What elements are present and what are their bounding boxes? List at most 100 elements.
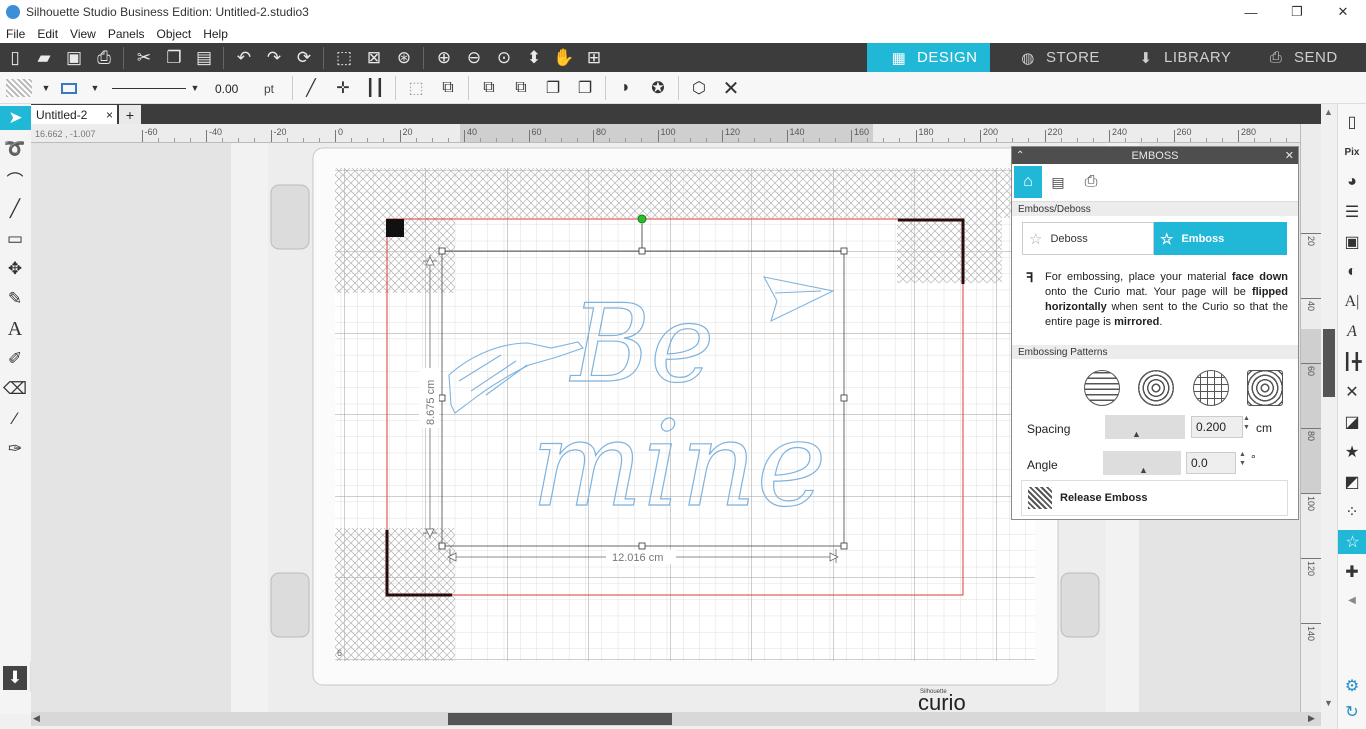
emboss-panel-star-icon[interactable]: ☆ <box>1338 530 1366 554</box>
spacing-input[interactable]: 0.200 <box>1191 416 1243 438</box>
pattern-grid[interactable] <box>1193 370 1229 406</box>
text-style-icon[interactable]: A| <box>1340 290 1364 314</box>
scroll-up-icon[interactable]: ▲ <box>1324 107 1333 117</box>
vertical-scrollbar[interactable]: ▲ ▼ <box>1321 104 1337 714</box>
copy-icon[interactable]: ❐ <box>163 48 185 68</box>
zoom-out-icon[interactable]: ⊖ <box>463 48 485 68</box>
close-panel-icon[interactable]: ✕ <box>1285 149 1294 162</box>
emboss-settings-tab-icon[interactable]: ▤ <box>1045 168 1071 196</box>
replicate-icon[interactable]: ✕ <box>1340 380 1364 404</box>
fill-color-icon[interactable]: ◕ <box>1340 170 1364 194</box>
library-save-icon[interactable]: ⬇ <box>3 666 27 690</box>
tab-send[interactable]: ⎙ SEND <box>1240 43 1366 72</box>
zoom-selection-icon[interactable]: ⊙ <box>493 48 515 68</box>
release-emboss-button[interactable]: Release Emboss <box>1021 480 1288 516</box>
angle-slider[interactable]: ▲ <box>1103 451 1181 475</box>
collapse-right-arrow-icon[interactable]: ◀ <box>1340 588 1364 612</box>
drag-zoom-icon[interactable]: ⬍ <box>523 48 545 68</box>
bring-to-front-icon[interactable]: ⧉ <box>478 78 500 98</box>
menu-object[interactable]: Object <box>151 27 198 41</box>
line-style-icon[interactable]: ☰ <box>1340 200 1364 224</box>
settings-gear-icon[interactable]: ⚙ <box>1340 674 1364 698</box>
line-color-swatch[interactable] <box>58 78 80 98</box>
align-icon[interactable]: ┃┃ <box>364 78 386 98</box>
trace-star-icon[interactable]: ★ <box>1340 440 1364 464</box>
line-draw-icon[interactable]: ╱ <box>3 197 27 221</box>
page-setup-icon[interactable]: ▯ <box>1340 110 1364 134</box>
zoom-in-icon[interactable]: ⊕ <box>433 48 455 68</box>
horizontal-scrollbar[interactable]: ◀ ▶ <box>31 712 1321 726</box>
open-folder-icon[interactable]: ▰ <box>33 48 55 68</box>
vertical-scroll-thumb[interactable] <box>1323 329 1335 397</box>
angle-input[interactable]: 0.0 <box>1186 452 1236 474</box>
angle-stepper[interactable]: ▲ ▼ <box>1239 450 1246 468</box>
scroll-right-icon[interactable]: ▶ <box>1308 713 1315 724</box>
refresh-icon[interactable]: ↻ <box>1340 700 1364 724</box>
deboss-button[interactable]: ☆ Deboss <box>1022 222 1154 255</box>
rhinestone-icon[interactable]: ⁘ <box>1340 500 1364 524</box>
minimize-button[interactable]: — <box>1228 0 1274 24</box>
move-icon[interactable]: ✛ <box>332 78 354 98</box>
tab-design[interactable]: ▦ DESIGN <box>867 43 990 72</box>
emboss-tab-icon[interactable]: ⌂ <box>1014 166 1042 198</box>
emboss-button[interactable]: ☆ Emboss <box>1154 222 1287 255</box>
close-toolbar-icon[interactable]: ✕ <box>720 78 742 100</box>
weld-icon[interactable]: ◗ <box>615 78 637 98</box>
redraw-icon[interactable]: ⟳ <box>293 48 315 68</box>
line-style-dropdown-icon[interactable]: ▼ <box>184 78 206 98</box>
menu-help[interactable]: Help <box>197 27 234 41</box>
spacing-stepper[interactable]: ▲ ▼ <box>1243 414 1250 432</box>
collapse-icon[interactable]: ⌃ <box>1016 150 1024 161</box>
print-icon[interactable]: ⎙ <box>93 48 115 68</box>
scroll-down-icon[interactable]: ▼ <box>1324 698 1333 708</box>
offset-icon[interactable]: ◪ <box>1340 410 1364 434</box>
fit-to-page-icon[interactable]: ⊞ <box>583 48 605 68</box>
pan-hand-icon[interactable]: ✋ <box>553 48 575 68</box>
line-color-dropdown-icon[interactable]: ▼ <box>84 78 106 98</box>
polygon-icon[interactable]: ✥ <box>3 257 27 281</box>
pencil-icon[interactable]: ✎ <box>3 287 27 311</box>
new-tab-button[interactable]: + <box>119 105 141 124</box>
select-all-icon[interactable]: ⬚ <box>333 48 355 68</box>
3d-box-icon[interactable]: ⬡ <box>688 78 710 98</box>
spacing-slider[interactable]: ▲ <box>1105 415 1185 439</box>
menu-edit[interactable]: Edit <box>31 27 64 41</box>
line-style-preview[interactable] <box>112 88 186 89</box>
library-panel-icon[interactable]: ◩ <box>1340 470 1364 494</box>
send-to-back-icon[interactable]: ⧉ <box>510 78 532 98</box>
tab-library[interactable]: ⬇ LIBRARY <box>1112 43 1240 72</box>
pattern-concentric-circles[interactable] <box>1138 370 1174 406</box>
knife-icon[interactable]: ⁄ <box>3 407 27 431</box>
eyedropper-icon[interactable]: ✑ <box>3 437 27 461</box>
menu-file[interactable]: File <box>0 27 31 41</box>
pattern-horizontal-lines[interactable] <box>1084 370 1120 406</box>
save-icon[interactable]: ▣ <box>63 48 85 68</box>
eraser-icon[interactable]: ⌫ <box>3 377 27 401</box>
line-width-input[interactable]: 0.00 <box>211 81 255 97</box>
curve-icon[interactable]: ⌒ <box>3 167 27 191</box>
menu-view[interactable]: View <box>64 27 102 41</box>
print-tab-icon[interactable]: ⎙ <box>1078 168 1104 196</box>
close-tab-icon[interactable]: × <box>106 108 113 122</box>
menu-panels[interactable]: Panels <box>102 27 151 41</box>
bring-forward-icon[interactable]: ❐ <box>542 78 564 98</box>
angle-slider-thumb[interactable]: ▲ <box>1139 465 1148 475</box>
send-backward-icon[interactable]: ❐ <box>574 78 596 98</box>
text-tool-icon[interactable]: A <box>3 317 27 341</box>
favorite-star-icon[interactable]: ✪ <box>647 78 669 98</box>
point-edit-icon[interactable]: ➰ <box>3 137 27 161</box>
text-path-icon[interactable]: A <box>1340 320 1364 344</box>
pattern-spiral[interactable] <box>1247 370 1283 406</box>
new-file-icon[interactable]: ▯ <box>4 48 26 68</box>
tab-untitled-2[interactable]: Untitled-2 × <box>31 105 117 124</box>
cut-icon[interactable]: ✂ <box>133 48 155 68</box>
redo-icon[interactable]: ↷ <box>263 48 285 68</box>
close-window-button[interactable]: ✕ <box>1320 0 1366 24</box>
scroll-left-icon[interactable]: ◀ <box>33 713 40 724</box>
line-tool-icon[interactable]: ╱ <box>300 78 322 98</box>
rectangle-icon[interactable]: ▭ <box>3 227 27 251</box>
fill-dropdown-icon[interactable]: ▼ <box>35 78 57 98</box>
edit-text-icon[interactable]: ✐ <box>3 347 27 371</box>
align-panel-icon[interactable]: ┃╋ <box>1340 350 1364 374</box>
group-icon[interactable]: ⬚ <box>405 78 427 98</box>
